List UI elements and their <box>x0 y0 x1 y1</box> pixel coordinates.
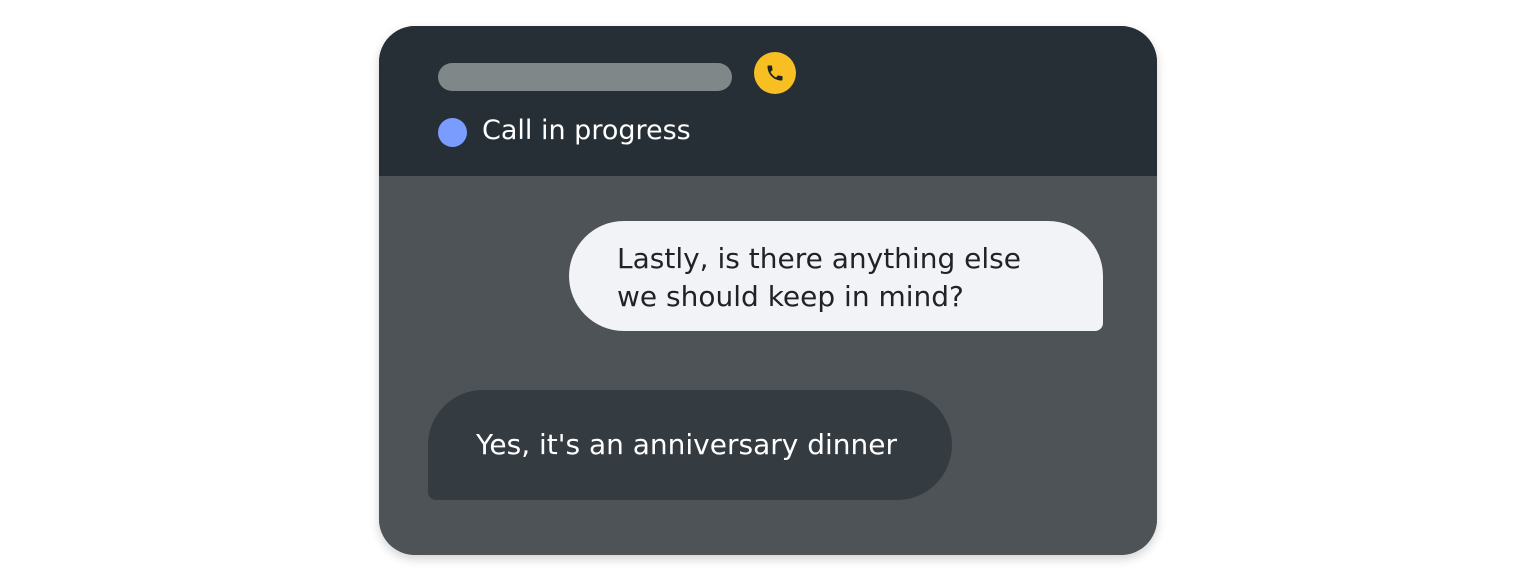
call-status-dot <box>438 118 467 147</box>
call-card: Call in progress Lastly, is there anythi… <box>379 26 1157 555</box>
user-message-line: Yes, it's an anniversary dinner <box>476 428 897 461</box>
phone-button[interactable] <box>754 52 796 94</box>
agent-message-line: we should keep in mind? <box>617 280 964 313</box>
caller-name-placeholder <box>438 63 732 91</box>
user-message-bubble: Yes, it's an anniversary dinner <box>428 390 952 500</box>
conversation-area: Lastly, is there anything else we should… <box>379 176 1157 555</box>
call-header: Call in progress <box>379 26 1157 176</box>
phone-icon <box>767 65 783 81</box>
agent-message-line: Lastly, is there anything else <box>617 242 1021 275</box>
call-status-text: Call in progress <box>482 115 691 146</box>
agent-message-bubble: Lastly, is there anything else we should… <box>569 221 1103 331</box>
